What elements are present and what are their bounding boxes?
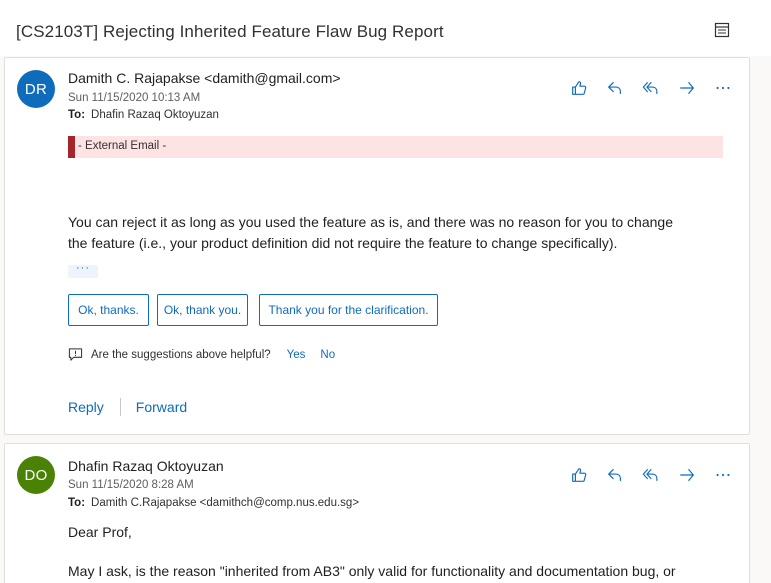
message-body: Dear Prof, <box>68 524 132 540</box>
message-card-1: DR Damith C. Rajapakse <damith@gmail.com… <box>4 57 750 435</box>
popout-icon[interactable] <box>714 22 730 38</box>
like-icon <box>572 81 587 95</box>
external-email-banner: - External Email - <box>68 136 723 158</box>
feedback-yes-link[interactable]: Yes <box>287 349 306 361</box>
reply-row: Reply Forward <box>68 398 187 416</box>
message-date: Sun 11/15/2020 10:13 AM <box>68 92 201 104</box>
feedback-icon <box>68 348 83 361</box>
subject-bar: [CS2103T] Rejecting Inherited Feature Fl… <box>0 0 771 56</box>
reply-icon <box>608 82 621 94</box>
like-icon <box>572 468 587 482</box>
message-date: Sun 11/15/2020 8:28 AM <box>68 479 194 491</box>
like-button[interactable] <box>561 463 597 487</box>
to-label: To: <box>68 497 86 509</box>
body-line: the feature (i.e., your product definiti… <box>68 235 618 251</box>
message-card-2: DO Dhafin Razaq Oktoyuzan Sun 11/15/2020… <box>4 443 750 583</box>
message-body: You can reject it as long as you used th… <box>68 212 673 254</box>
sender-name[interactable]: Damith C. Rajapakse <damith@gmail.com> <box>68 70 341 86</box>
reply-all-button[interactable] <box>633 76 669 100</box>
feedback-question: Are the suggestions above helpful? <box>91 348 271 361</box>
message-body: May I ask, is the reason "inherited from… <box>68 563 676 579</box>
recipient-name[interactable]: Damith C.Rajapakse <damithch@comp.nus.ed… <box>91 497 359 509</box>
message-actions <box>561 463 741 487</box>
recipient-name[interactable]: Dhafin Razaq Oktoyuzan <box>91 109 219 121</box>
forward-icon <box>680 82 694 94</box>
banner-text: - External Email - <box>78 140 167 152</box>
reply-icon-button[interactable] <box>597 463 633 487</box>
more-actions-button[interactable] <box>705 463 741 487</box>
reply-icon <box>608 469 621 481</box>
suggestion-feedback: Are the suggestions above helpful? Yes N… <box>68 347 335 362</box>
more-icon <box>716 473 730 477</box>
forward-icon-button[interactable] <box>669 76 705 100</box>
message-actions <box>561 76 741 100</box>
suggested-reply-2[interactable]: Ok, thank you. <box>157 294 248 326</box>
reply-all-icon <box>642 469 658 481</box>
recipient-row: To: Dhafin Razaq Oktoyuzan <box>68 109 219 121</box>
like-button[interactable] <box>561 76 597 100</box>
avatar[interactable]: DO <box>17 456 55 494</box>
more-icon <box>716 86 730 90</box>
to-label: To: <box>68 109 86 121</box>
feedback-no-link[interactable]: No <box>320 349 335 361</box>
forward-button[interactable]: Forward <box>136 399 187 415</box>
more-actions-button[interactable] <box>705 76 741 100</box>
show-trimmed-content-button[interactable]: ··· <box>68 263 98 278</box>
forward-icon <box>680 469 694 481</box>
reply-all-icon <box>642 82 658 94</box>
avatar[interactable]: DR <box>17 70 55 108</box>
forward-icon-button[interactable] <box>669 463 705 487</box>
suggested-reply-1[interactable]: Ok, thanks. <box>68 294 149 326</box>
reply-icon-button[interactable] <box>597 76 633 100</box>
suggested-reply-3[interactable]: Thank you for the clarification. <box>259 294 438 326</box>
reply-button[interactable]: Reply <box>68 399 104 415</box>
recipient-row: To: Damith C.Rajapakse <damithch@comp.nus… <box>68 497 359 509</box>
reply-all-button[interactable] <box>633 463 669 487</box>
sender-name[interactable]: Dhafin Razaq Oktoyuzan <box>68 458 224 474</box>
body-line: You can reject it as long as you used th… <box>68 214 673 230</box>
email-subject: [CS2103T] Rejecting Inherited Feature Fl… <box>16 22 444 41</box>
divider <box>119 398 121 416</box>
